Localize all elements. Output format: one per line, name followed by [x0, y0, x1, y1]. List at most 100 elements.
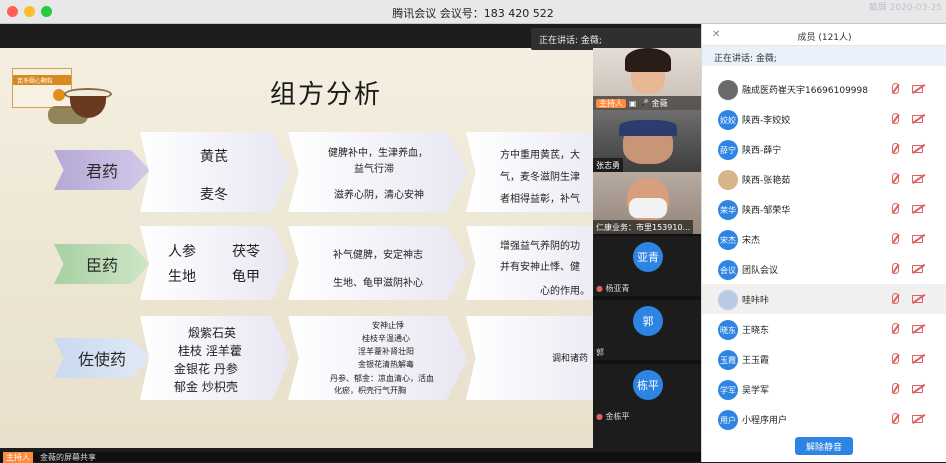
- member-name: 王晓东: [742, 326, 770, 336]
- mic-muted-icon[interactable]: [892, 233, 899, 244]
- camera-off-icon[interactable]: [912, 175, 923, 183]
- herb-item: 黄芪: [200, 149, 228, 165]
- member-name: 陕西-张艳茹: [742, 176, 791, 186]
- effect-item: 益气行滞: [354, 164, 394, 175]
- camera-off-icon[interactable]: [912, 265, 923, 273]
- avatar: 郭: [633, 306, 663, 336]
- avatar: 姣姣: [718, 110, 738, 130]
- member-name: 融成医药崔天宇16696109998: [742, 86, 868, 96]
- window-title: 腾讯会议 会议号：183 420 522: [392, 7, 554, 20]
- herb-item: 麦冬: [200, 187, 228, 203]
- effect-item: 补气健脾，安定神志: [333, 250, 423, 261]
- screen-share-label: 金薇的屏幕共享: [40, 453, 96, 462]
- member-row[interactable]: 学军 吴学军: [702, 374, 946, 404]
- member-row[interactable]: 姣姣 陕西-李姣姣: [702, 104, 946, 134]
- camera-off-icon[interactable]: [912, 205, 923, 213]
- mic-muted-icon[interactable]: [892, 83, 899, 94]
- member-row[interactable]: 用户 小程序用户: [702, 404, 946, 430]
- effect-item: 丹参、郁金：凉血清心，活血: [330, 374, 434, 383]
- row-label-chen: 臣药: [54, 244, 150, 284]
- member-row[interactable]: 融成医药崔天宇16696109998: [702, 74, 946, 104]
- speaking-indicator: 正在讲话: 金薇;: [531, 28, 709, 50]
- member-row[interactable]: 薛宁 陕西-薛宁: [702, 134, 946, 164]
- desc-line: 调和诸药: [552, 354, 589, 364]
- chevron-left-icon[interactable]: ✕: [712, 29, 720, 40]
- effect-item: 健脾补中，生津养血，: [328, 148, 428, 159]
- video-participant-name: 张志勇: [596, 161, 620, 170]
- herb-item: 郁金 炒枳壳: [174, 380, 238, 394]
- camera-off-icon[interactable]: [912, 355, 923, 363]
- camera-off-icon[interactable]: [912, 115, 923, 123]
- member-row[interactable]: 荣华 陕西-邹荣华: [702, 194, 946, 224]
- camera-off-icon[interactable]: [912, 385, 923, 393]
- herbs-box-chen: [140, 226, 290, 300]
- member-name: 吴学军: [742, 386, 770, 396]
- effect-item: 滋养心阴，清心安神: [334, 190, 424, 201]
- mic-muted-icon[interactable]: [892, 203, 899, 214]
- mic-muted-icon[interactable]: [892, 353, 899, 364]
- herb-item: 茯苓: [232, 244, 260, 260]
- herb-item: 人参: [168, 244, 196, 260]
- mic-muted-icon[interactable]: [892, 173, 899, 184]
- avatar: 薛宁: [718, 140, 738, 160]
- unmute-button[interactable]: 解除静音: [795, 437, 853, 455]
- video-tile-dongping[interactable]: 栋平 ● 金栋平: [593, 364, 701, 424]
- members-panel: ✕ 成员 (121人) 正在讲话: 金薇; 融成医药崔天宇16696109998…: [701, 24, 946, 462]
- mic-muted-icon[interactable]: [892, 113, 899, 124]
- member-name: 陕西-薛宁: [742, 146, 782, 156]
- effect-item: 金银花清热解毒: [358, 360, 414, 369]
- member-name: 小程序用户: [742, 416, 788, 426]
- avatar: 栋平: [633, 370, 663, 400]
- camera-off-icon[interactable]: [912, 295, 923, 303]
- person-cap: [619, 120, 677, 136]
- camera-off-icon[interactable]: [912, 145, 923, 153]
- member-row[interactable]: 会议 团队会议: [702, 254, 946, 284]
- bottom-status-bar: 主持人 金薇的屏幕共享: [0, 452, 701, 463]
- desc-line: 增强益气养阴的功: [500, 241, 580, 252]
- mic-icon: 🎤: [639, 99, 650, 108]
- video-tile-renkang[interactable]: 仁康业务：市里153910...: [593, 172, 701, 234]
- avatar: [718, 80, 738, 100]
- panel-speaking-indicator: 正在讲话: 金薇;: [702, 46, 946, 66]
- mic-muted-icon[interactable]: [892, 263, 899, 274]
- member-name: 哇咔咔: [742, 296, 770, 306]
- member-row[interactable]: 玉霞 王玉霞: [702, 344, 946, 374]
- mic-muted-icon[interactable]: [892, 143, 899, 154]
- avatar: 会议: [718, 260, 738, 280]
- row-label-jun: 君药: [54, 150, 150, 190]
- mic-muted-icon[interactable]: [892, 323, 899, 334]
- video-name-bar: ● 杨亚青: [596, 283, 630, 294]
- video-name-bar: ● 金栋平: [596, 411, 630, 422]
- avatar: 亚青: [633, 242, 663, 272]
- video-tile-yaqing[interactable]: 亚青 ● 杨亚青: [593, 236, 701, 296]
- video-participant-name: 仁康业务：市里153910...: [596, 223, 691, 232]
- host-badge: 主持人: [596, 99, 626, 108]
- camera-off-icon[interactable]: [912, 325, 923, 333]
- person-hair: [625, 48, 671, 72]
- member-row[interactable]: 晓东 王晓东: [702, 314, 946, 344]
- desc-line: 者相得益彰，补气: [500, 194, 580, 205]
- video-participant-name: 金栋平: [605, 412, 630, 421]
- video-participant-name: 郭: [596, 348, 604, 357]
- avatar: [718, 290, 738, 310]
- member-row[interactable]: 陕西-张艳茹: [702, 164, 946, 194]
- desc-line: 方中重用黄芪，大: [500, 150, 580, 161]
- mic-muted-icon[interactable]: [892, 413, 899, 424]
- row-label-zuoshi: 佐使药: [54, 338, 150, 378]
- member-row-selected[interactable]: 哇咔咔: [702, 284, 946, 314]
- video-name-bar: 张志勇: [593, 158, 623, 172]
- camera-off-icon[interactable]: [912, 85, 923, 93]
- video-tile-host[interactable]: 主持人 ▣ 🎤 金薇: [593, 48, 701, 110]
- mic-muted-icon[interactable]: [892, 293, 899, 304]
- member-row[interactable]: 宋杰 宋杰: [702, 224, 946, 254]
- member-name: 陕西-李姣姣: [742, 116, 791, 126]
- camera-off-icon[interactable]: [912, 235, 923, 243]
- video-participant-name: 金薇: [651, 99, 668, 108]
- camera-off-icon[interactable]: [912, 415, 923, 423]
- member-name: 团队会议: [742, 266, 779, 276]
- video-tile-guo[interactable]: 郭 郭: [593, 300, 701, 360]
- mic-muted-icon[interactable]: [892, 383, 899, 394]
- desc-line: 心的作用。: [540, 286, 590, 297]
- video-tile-zhang[interactable]: 张志勇: [593, 110, 701, 172]
- screen-share-icon: ▣: [629, 99, 637, 108]
